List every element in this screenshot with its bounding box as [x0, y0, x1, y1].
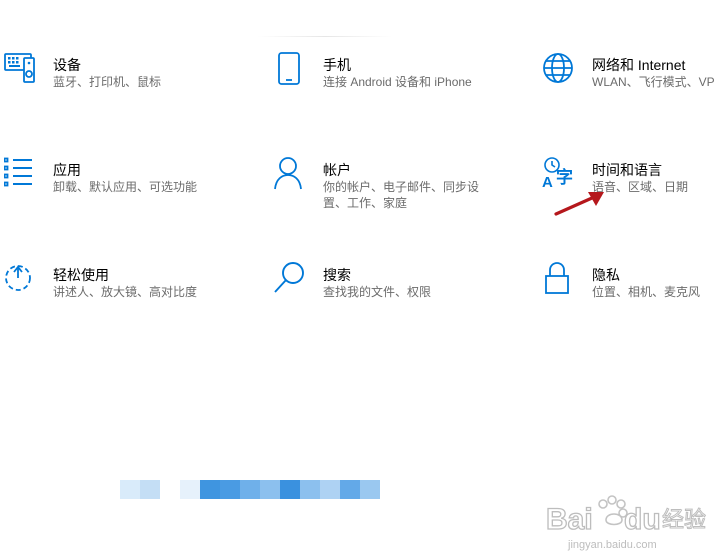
tile-description: 你的帐户、电子邮件、同步设 — [323, 180, 480, 194]
tile-description-line-2: 置、工作、家庭 — [323, 196, 408, 210]
tile-search[interactable]: 搜索 查找我的文件、权限 — [274, 262, 514, 310]
svg-text:字: 字 — [556, 167, 573, 188]
tile-description: 讲述人、放大镜、高对比度 — [53, 285, 198, 299]
lock-icon — [542, 262, 578, 302]
tile-network[interactable]: 网络和 Internet WLAN、飞行模式、VP — [542, 52, 714, 100]
tile-title: 手机 — [323, 57, 351, 73]
annotation-arrow — [554, 192, 604, 216]
tile-description: 查找我的文件、权限 — [323, 285, 432, 299]
tile-description: 蓝牙、打印机、鼠标 — [53, 75, 162, 89]
tile-title: 帐户 — [323, 162, 351, 178]
svg-text:经验: 经验 — [662, 508, 706, 533]
svg-text:Bai: Bai — [546, 503, 593, 536]
watermark-url: jingyan.baidu.com — [568, 539, 657, 551]
tile-accounts[interactable]: 帐户 你的帐户、电子邮件、同步设 置、工作、家庭 — [274, 157, 514, 213]
search-icon — [274, 262, 310, 302]
tile-title: 网络和 Internet — [592, 57, 686, 73]
tile-phone[interactable]: 手机 连接 Android 设备和 iPhone — [274, 52, 514, 100]
tile-description: 位置、相机、麦克风 — [592, 285, 701, 299]
tile-devices[interactable]: 设备 蓝牙、打印机、鼠标 — [4, 52, 244, 100]
keyboard-speaker-icon — [4, 52, 40, 92]
person-icon — [274, 157, 310, 197]
tile-title: 轻松使用 — [53, 267, 109, 283]
top-divider — [258, 36, 392, 37]
globe-icon — [542, 52, 578, 92]
tile-description: 卸载、默认应用、可选功能 — [53, 180, 198, 194]
pixelated-redaction — [120, 480, 380, 499]
tile-title: 设备 — [53, 57, 81, 73]
tile-privacy[interactable]: 隐私 位置、相机、麦克风 — [542, 262, 714, 310]
svg-text:du: du — [624, 503, 661, 536]
tile-title: 隐私 — [592, 267, 620, 283]
tile-title: 搜索 — [323, 267, 351, 283]
tile-title: 时间和语言 — [592, 162, 662, 178]
tile-ease-of-access[interactable]: 轻松使用 讲述人、放大镜、高对比度 — [4, 262, 244, 310]
tile-description: 连接 Android 设备和 iPhone — [323, 75, 472, 89]
phone-icon — [274, 52, 310, 92]
tile-description: WLAN、飞行模式、VP — [592, 75, 714, 89]
baidu-jingyan-watermark: Bai du 经验 jingyan.baidu.com — [544, 484, 714, 559]
tile-apps[interactable]: 应用 卸载、默认应用、可选功能 — [4, 157, 244, 205]
apps-list-icon — [4, 157, 40, 197]
ease-of-access-icon — [4, 262, 40, 302]
tile-title: 应用 — [53, 162, 81, 178]
